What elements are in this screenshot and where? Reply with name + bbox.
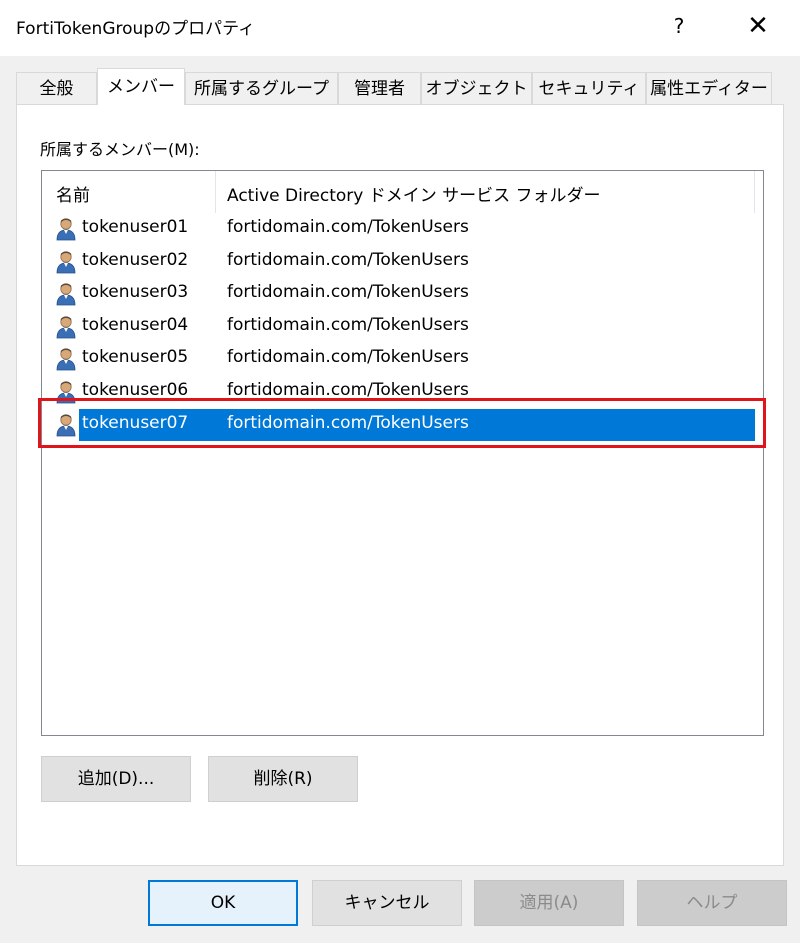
user-icon <box>55 347 77 371</box>
members-list[interactable]: 名前 Active Directory ドメイン サービス フォルダー toke… <box>41 170 764 736</box>
tab-strip: 全般 メンバー 所属するグループ 管理者 オブジェクト セキュリティ 属性エディ… <box>16 68 786 105</box>
tab-member-of[interactable]: 所属するグループ <box>185 72 338 104</box>
table-row[interactable]: tokenuser04 fortidomain.com/TokenUsers <box>42 311 763 343</box>
table-row[interactable]: tokenuser02 fortidomain.com/TokenUsers <box>42 246 763 278</box>
help-dialog-button[interactable]: ヘルプ <box>637 880 787 926</box>
table-row[interactable]: tokenuser05 fortidomain.com/TokenUsers <box>42 343 763 375</box>
user-icon <box>55 282 77 306</box>
tab-attribute-editor[interactable]: 属性エディター <box>646 72 772 104</box>
cancel-button[interactable]: キャンセル <box>312 880 462 926</box>
user-icon <box>55 217 77 241</box>
add-button[interactable]: 追加(D)... <box>41 756 191 802</box>
member-name: tokenuser02 <box>82 249 189 270</box>
title-bar: FortiTokenGroupのプロパティ ? ✕ <box>0 0 800 56</box>
close-button[interactable]: ✕ <box>738 6 778 46</box>
column-header-folder[interactable]: Active Directory ドメイン サービス フォルダー <box>227 181 601 206</box>
table-row[interactable]: tokenuser03 fortidomain.com/TokenUsers <box>42 278 763 310</box>
member-folder: fortidomain.com/TokenUsers <box>227 282 469 303</box>
member-folder: fortidomain.com/TokenUsers <box>227 314 469 335</box>
column-separator[interactable] <box>754 171 755 213</box>
table-row[interactable]: tokenuser01 fortidomain.com/TokenUsers <box>42 213 763 245</box>
selection-highlight-box <box>38 398 766 448</box>
tab-managed-by[interactable]: 管理者 <box>338 72 421 104</box>
list-header: 名前 Active Directory ドメイン サービス フォルダー <box>42 171 763 213</box>
member-folder: fortidomain.com/TokenUsers <box>227 249 469 270</box>
tab-members[interactable]: メンバー <box>97 68 185 105</box>
member-name: tokenuser05 <box>82 347 189 368</box>
member-name: tokenuser01 <box>82 217 189 237</box>
tab-security[interactable]: セキュリティ <box>532 72 646 104</box>
ok-button[interactable]: OK <box>148 880 298 926</box>
apply-button[interactable]: 適用(A) <box>474 880 624 926</box>
remove-button[interactable]: 削除(R) <box>208 756 358 802</box>
help-button[interactable]: ? <box>664 6 694 46</box>
tab-object[interactable]: オブジェクト <box>421 72 532 104</box>
column-separator[interactable] <box>215 171 216 213</box>
window-title: FortiTokenGroupのプロパティ <box>16 19 256 39</box>
column-header-name[interactable]: 名前 <box>56 181 90 206</box>
member-name: tokenuser06 <box>82 380 189 400</box>
member-name: tokenuser04 <box>82 314 189 335</box>
member-folder: fortidomain.com/TokenUsers <box>227 347 469 368</box>
member-folder: fortidomain.com/TokenUsers <box>227 380 469 400</box>
user-icon <box>55 315 77 339</box>
user-icon <box>55 250 77 274</box>
tab-general[interactable]: 全般 <box>16 72 97 104</box>
member-name: tokenuser03 <box>82 282 189 303</box>
member-folder: fortidomain.com/TokenUsers <box>227 217 469 237</box>
members-label: 所属するメンバー(M): <box>40 140 200 159</box>
